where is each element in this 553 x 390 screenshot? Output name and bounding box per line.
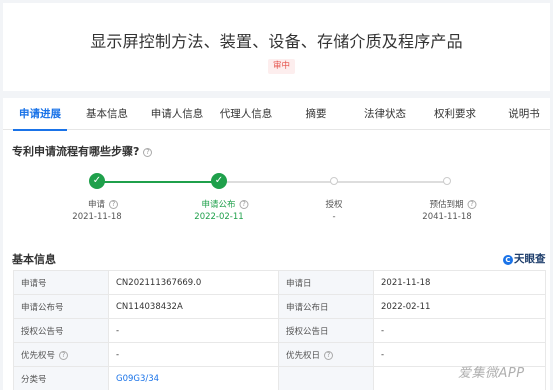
step-label: 申请? — [88, 198, 119, 210]
field-label: 授权公告日 — [278, 318, 374, 343]
patent-title: 显示屏控制方法、装置、设备、存储介质及程序产品 — [90, 32, 463, 51]
question-circle-icon[interactable]: ? — [109, 200, 119, 209]
tianyancha-logo[interactable]: C 天眼查 — [503, 251, 546, 266]
tab-claims[interactable]: 权利要求 — [434, 98, 476, 130]
classification-link[interactable]: G09G3/34 — [108, 366, 279, 390]
watermark: 爱集微APP — [458, 366, 525, 381]
tab-progress[interactable]: 申请进展 — [13, 98, 67, 131]
detail-card: 申请进展 基本信息 申请人信息 代理人信息 摘要 法律状态 权利要求 说明书 专… — [3, 98, 550, 390]
question-circle-icon[interactable]: ? — [324, 350, 334, 360]
question-circle-icon[interactable]: ? — [239, 200, 249, 209]
step-label: 预估到期? — [429, 198, 477, 210]
step-date: - — [332, 212, 336, 222]
tab-basic-info[interactable]: 基本信息 — [86, 98, 128, 130]
field-value: CN114038432A — [108, 294, 279, 319]
step-done-check-icon: ✓ — [211, 173, 227, 189]
timeline-segment-done — [97, 181, 219, 183]
field-label: 分类号 — [13, 366, 109, 390]
patent-header: 显示屏控制方法、装置、设备、存储介质及程序产品 审中 — [3, 3, 550, 91]
step-date: 2022-02-11 — [194, 212, 244, 222]
table-row: 申请号 CN202111367669.0 申请日 2021-11-18 — [13, 270, 546, 295]
field-label — [278, 366, 374, 390]
step-label: 授权 — [325, 200, 343, 210]
field-label: 申请公布日 — [278, 294, 374, 319]
step-pending-dot — [443, 177, 451, 185]
step-date: 2041-11-18 — [422, 212, 472, 222]
field-value: - — [108, 318, 279, 343]
step-label: 申请公布? — [201, 198, 249, 210]
tab-legal-status[interactable]: 法律状态 — [364, 98, 406, 130]
field-value: CN202111367669.0 — [108, 270, 279, 295]
tab-bar: 申请进展 基本信息 申请人信息 代理人信息 摘要 法律状态 权利要求 说明书 — [3, 98, 550, 131]
question-circle-icon[interactable]: ? — [59, 350, 69, 360]
field-label: 授权公告号 — [13, 318, 109, 343]
progress-title-text: 专利申请流程有哪些步骤? — [12, 145, 140, 158]
question-circle-icon[interactable]: ? — [143, 148, 153, 157]
field-label: 申请日 — [278, 270, 374, 295]
tab-description[interactable]: 说明书 — [508, 98, 540, 130]
tab-agent-info[interactable]: 代理人信息 — [220, 98, 273, 130]
tianyancha-logo-icon: C — [503, 255, 513, 265]
field-label: 申请号 — [13, 270, 109, 295]
field-label: 优先权日? — [278, 342, 374, 367]
step-pending-dot — [330, 177, 338, 185]
step-done-check-icon: ✓ — [89, 173, 105, 189]
page: 显示屏控制方法、装置、设备、存储介质及程序产品 审中 申请进展 基本信息 申请人… — [0, 0, 553, 390]
status-badge: 审中 — [268, 59, 296, 74]
question-circle-icon[interactable]: ? — [467, 200, 477, 209]
progress-timeline: ✓ ✓ 申请? 2021-11-18 申请公布? 2022-02-11 授权 -… — [3, 168, 550, 228]
field-label: 申请公布号 — [13, 294, 109, 319]
table-row: 申请公布号 CN114038432A 申请公布日 2022-02-11 — [13, 294, 546, 319]
field-label: 优先权号? — [13, 342, 109, 367]
tab-abstract[interactable]: 摘要 — [306, 98, 327, 130]
field-value: - — [108, 342, 279, 367]
field-value: - — [373, 318, 546, 343]
basic-info-title: 基本信息 — [12, 253, 56, 266]
field-value: 2022-02-11 — [373, 294, 546, 319]
tab-applicant-info[interactable]: 申请人信息 — [151, 98, 204, 130]
progress-section-title: 专利申请流程有哪些步骤?? — [12, 143, 153, 159]
field-value: 2021-11-18 — [373, 270, 546, 295]
table-row: 授权公告号 - 授权公告日 - — [13, 318, 546, 343]
step-date: 2021-11-18 — [72, 212, 122, 222]
